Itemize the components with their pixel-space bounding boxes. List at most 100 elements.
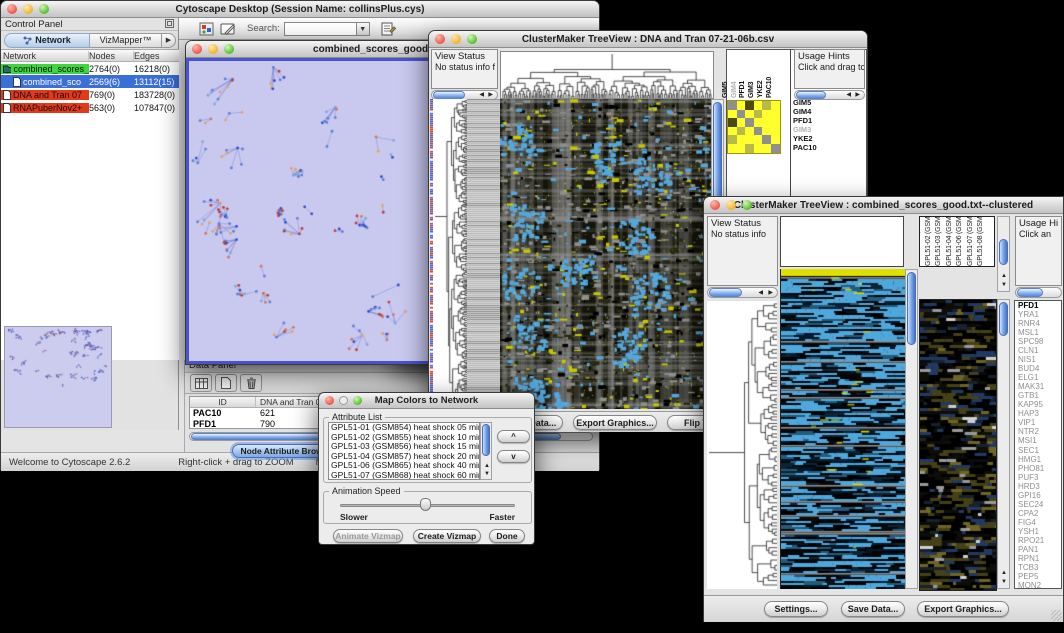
zoom-window-icon[interactable]: [39, 4, 49, 14]
matrix-row-label[interactable]: PAC10: [793, 144, 833, 153]
gene-list-vscrollbar[interactable]: ▲ ▼: [997, 299, 1010, 589]
attribute-list[interactable]: GPL51-01 (GSM854) heat shock 05 minGPL51…: [328, 422, 480, 480]
array-labels-vscrollbar[interactable]: ▲ ▼: [997, 216, 1010, 292]
minimize-icon[interactable]: [339, 396, 348, 405]
search-dropdown-icon[interactable]: ▼: [356, 22, 370, 36]
gene-label[interactable]: HAP3: [1018, 409, 1061, 418]
minimize-icon[interactable]: [451, 34, 461, 44]
gene-label[interactable]: RPO21: [1018, 536, 1061, 545]
minimize-icon[interactable]: [208, 44, 218, 54]
save-data-button[interactable]: Save Data...: [841, 601, 905, 617]
scroll-up-icon[interactable]: ▲: [1001, 273, 1007, 280]
gene-label[interactable]: GPI16: [1018, 491, 1061, 500]
gene-label[interactable]: KAP95: [1018, 400, 1061, 409]
scroll-thumb[interactable]: [433, 91, 465, 99]
gene-label[interactable]: HMG1: [1018, 455, 1061, 464]
matrix-column-label[interactable]: YKE2: [757, 81, 765, 99]
tab-overflow-icon[interactable]: ▶: [162, 33, 176, 48]
array-label[interactable]: GPL51-08 (GSM872): [977, 216, 985, 266]
row-dendrogram[interactable]: [433, 99, 467, 409]
array-label[interactable]: GPL51-01 (GSM854): [919, 216, 922, 266]
zoom-window-icon[interactable]: [467, 34, 477, 44]
dialog-titlebar[interactable]: Map Colors to Network: [319, 393, 534, 409]
tab-network[interactable]: Network: [4, 33, 90, 48]
close-icon[interactable]: [710, 200, 720, 210]
annotation-button[interactable]: [217, 20, 239, 38]
matrix-column-label[interactable]: PFD1: [739, 81, 747, 98]
gene-label[interactable]: NTR2: [1018, 427, 1061, 436]
main-titlebar[interactable]: Cytoscape Desktop (Session Name: collins…: [1, 1, 599, 18]
delete-attribute-button[interactable]: [240, 374, 262, 392]
gene-label[interactable]: MSL1: [1018, 328, 1061, 337]
gene-label[interactable]: GTB1: [1018, 391, 1061, 400]
speed-slider-thumb[interactable]: [420, 498, 431, 511]
gene-label[interactable]: TCB3: [1018, 563, 1061, 572]
matrix-column-label[interactable]: GIM5: [722, 82, 730, 98]
scroll-up-icon[interactable]: ▲: [1001, 570, 1007, 577]
array-label[interactable]: GPL51-07 (GSM868): [967, 216, 975, 266]
gene-label[interactable]: CLN1: [1018, 346, 1061, 355]
network-row-combined-sco-selected[interactable]: combined_sco 2569(6) 13112(15): [1, 75, 179, 88]
resize-grip[interactable]: [1051, 610, 1062, 621]
settings-button[interactable]: Settings...: [764, 601, 828, 617]
scroll-thumb[interactable]: [709, 288, 742, 297]
new-attribute-button[interactable]: [215, 374, 237, 392]
network-row-combined-scores[interactable]: combined_scores_ 2764(0) 16218(0): [1, 62, 179, 75]
close-icon[interactable]: [192, 44, 202, 54]
done-button[interactable]: Done: [489, 529, 525, 543]
gene-label[interactable]: PEP5: [1018, 572, 1061, 581]
attribute-item[interactable]: GPL51-07 (GSM868) heat shock 60 min: [331, 471, 479, 480]
gene-label[interactable]: PHO81: [1018, 464, 1061, 473]
array-label[interactable]: GPL51-04 (GSM857): [946, 216, 954, 266]
similarity-matrix[interactable]: [727, 100, 781, 154]
matrix-column-label[interactable]: GIM3: [748, 82, 756, 98]
treeview-dna-titlebar[interactable]: ClusterMaker TreeView : DNA and Tran 07-…: [429, 31, 867, 48]
gene-label[interactable]: MAK31: [1018, 382, 1061, 391]
move-up-button[interactable]: ^: [497, 430, 530, 443]
gene-label[interactable]: MSI1: [1018, 436, 1061, 445]
scroll-down-icon[interactable]: ▼: [1001, 579, 1007, 586]
scroll-thumb[interactable]: [1017, 288, 1043, 297]
scroll-thumb[interactable]: [907, 272, 916, 345]
gene-label[interactable]: YRA1: [1018, 310, 1061, 319]
gene-label[interactable]: HRD3: [1018, 482, 1061, 491]
create-vizmap-button[interactable]: Create Vizmap: [413, 529, 481, 543]
scroll-left-icon[interactable]: ◀: [758, 290, 763, 297]
scroll-thumb[interactable]: [999, 239, 1008, 265]
close-icon[interactable]: [325, 396, 334, 405]
close-icon[interactable]: [435, 34, 445, 44]
gene-label[interactable]: VIP1: [1018, 418, 1061, 427]
zoom-window-icon[interactable]: [353, 396, 362, 405]
export-graphics-button[interactable]: Export Graphics...: [917, 601, 1009, 617]
scroll-thumb[interactable]: [999, 302, 1008, 336]
close-icon[interactable]: [7, 4, 17, 14]
network-overview-thumbnail[interactable]: [4, 326, 112, 428]
gene-label[interactable]: PAN1: [1018, 545, 1061, 554]
array-label[interactable]: GPL51-06 (GSM865): [956, 216, 964, 266]
zoom-window-icon[interactable]: [224, 44, 234, 54]
array-label[interactable]: GPL51-02 (GSM855): [925, 216, 933, 266]
gene-label[interactable]: CPA2: [1018, 509, 1061, 518]
minimize-icon[interactable]: [23, 4, 33, 14]
gene-label[interactable]: MON2: [1018, 581, 1061, 589]
attribute-select-button[interactable]: [190, 374, 212, 392]
scroll-left-icon[interactable]: ◀: [846, 92, 851, 99]
secondary-heatmap[interactable]: [919, 299, 997, 591]
zoom-window-icon[interactable]: [742, 200, 752, 210]
expression-heatmap[interactable]: [500, 99, 711, 409]
scroll-down-icon[interactable]: ▼: [1001, 282, 1007, 289]
attribute-editor-button[interactable]: [378, 20, 400, 38]
array-labels[interactable]: GPL51-01 (GSM854)GPL51-02 (GSM855)GPL51-…: [919, 216, 995, 267]
gene-label[interactable]: RPN1: [1018, 554, 1061, 563]
array-label[interactable]: GPL51-03 (GSM856): [935, 216, 943, 266]
search-input[interactable]: [284, 22, 356, 36]
gene-label[interactable]: SEC1: [1018, 446, 1061, 455]
tab-vizmapper[interactable]: VizMapper™: [90, 33, 162, 48]
scroll-up-icon[interactable]: ▲: [484, 463, 490, 470]
column-dendrogram[interactable]: [500, 51, 714, 99]
animate-vizmap-button[interactable]: Animate Vizmap: [333, 529, 403, 543]
gene-label[interactable]: NIS1: [1018, 355, 1061, 364]
usage-hints-hscrollbar[interactable]: [1015, 287, 1062, 298]
view-status-hscrollbar[interactable]: ◀ ▶: [707, 287, 778, 298]
minimize-icon[interactable]: [726, 200, 736, 210]
